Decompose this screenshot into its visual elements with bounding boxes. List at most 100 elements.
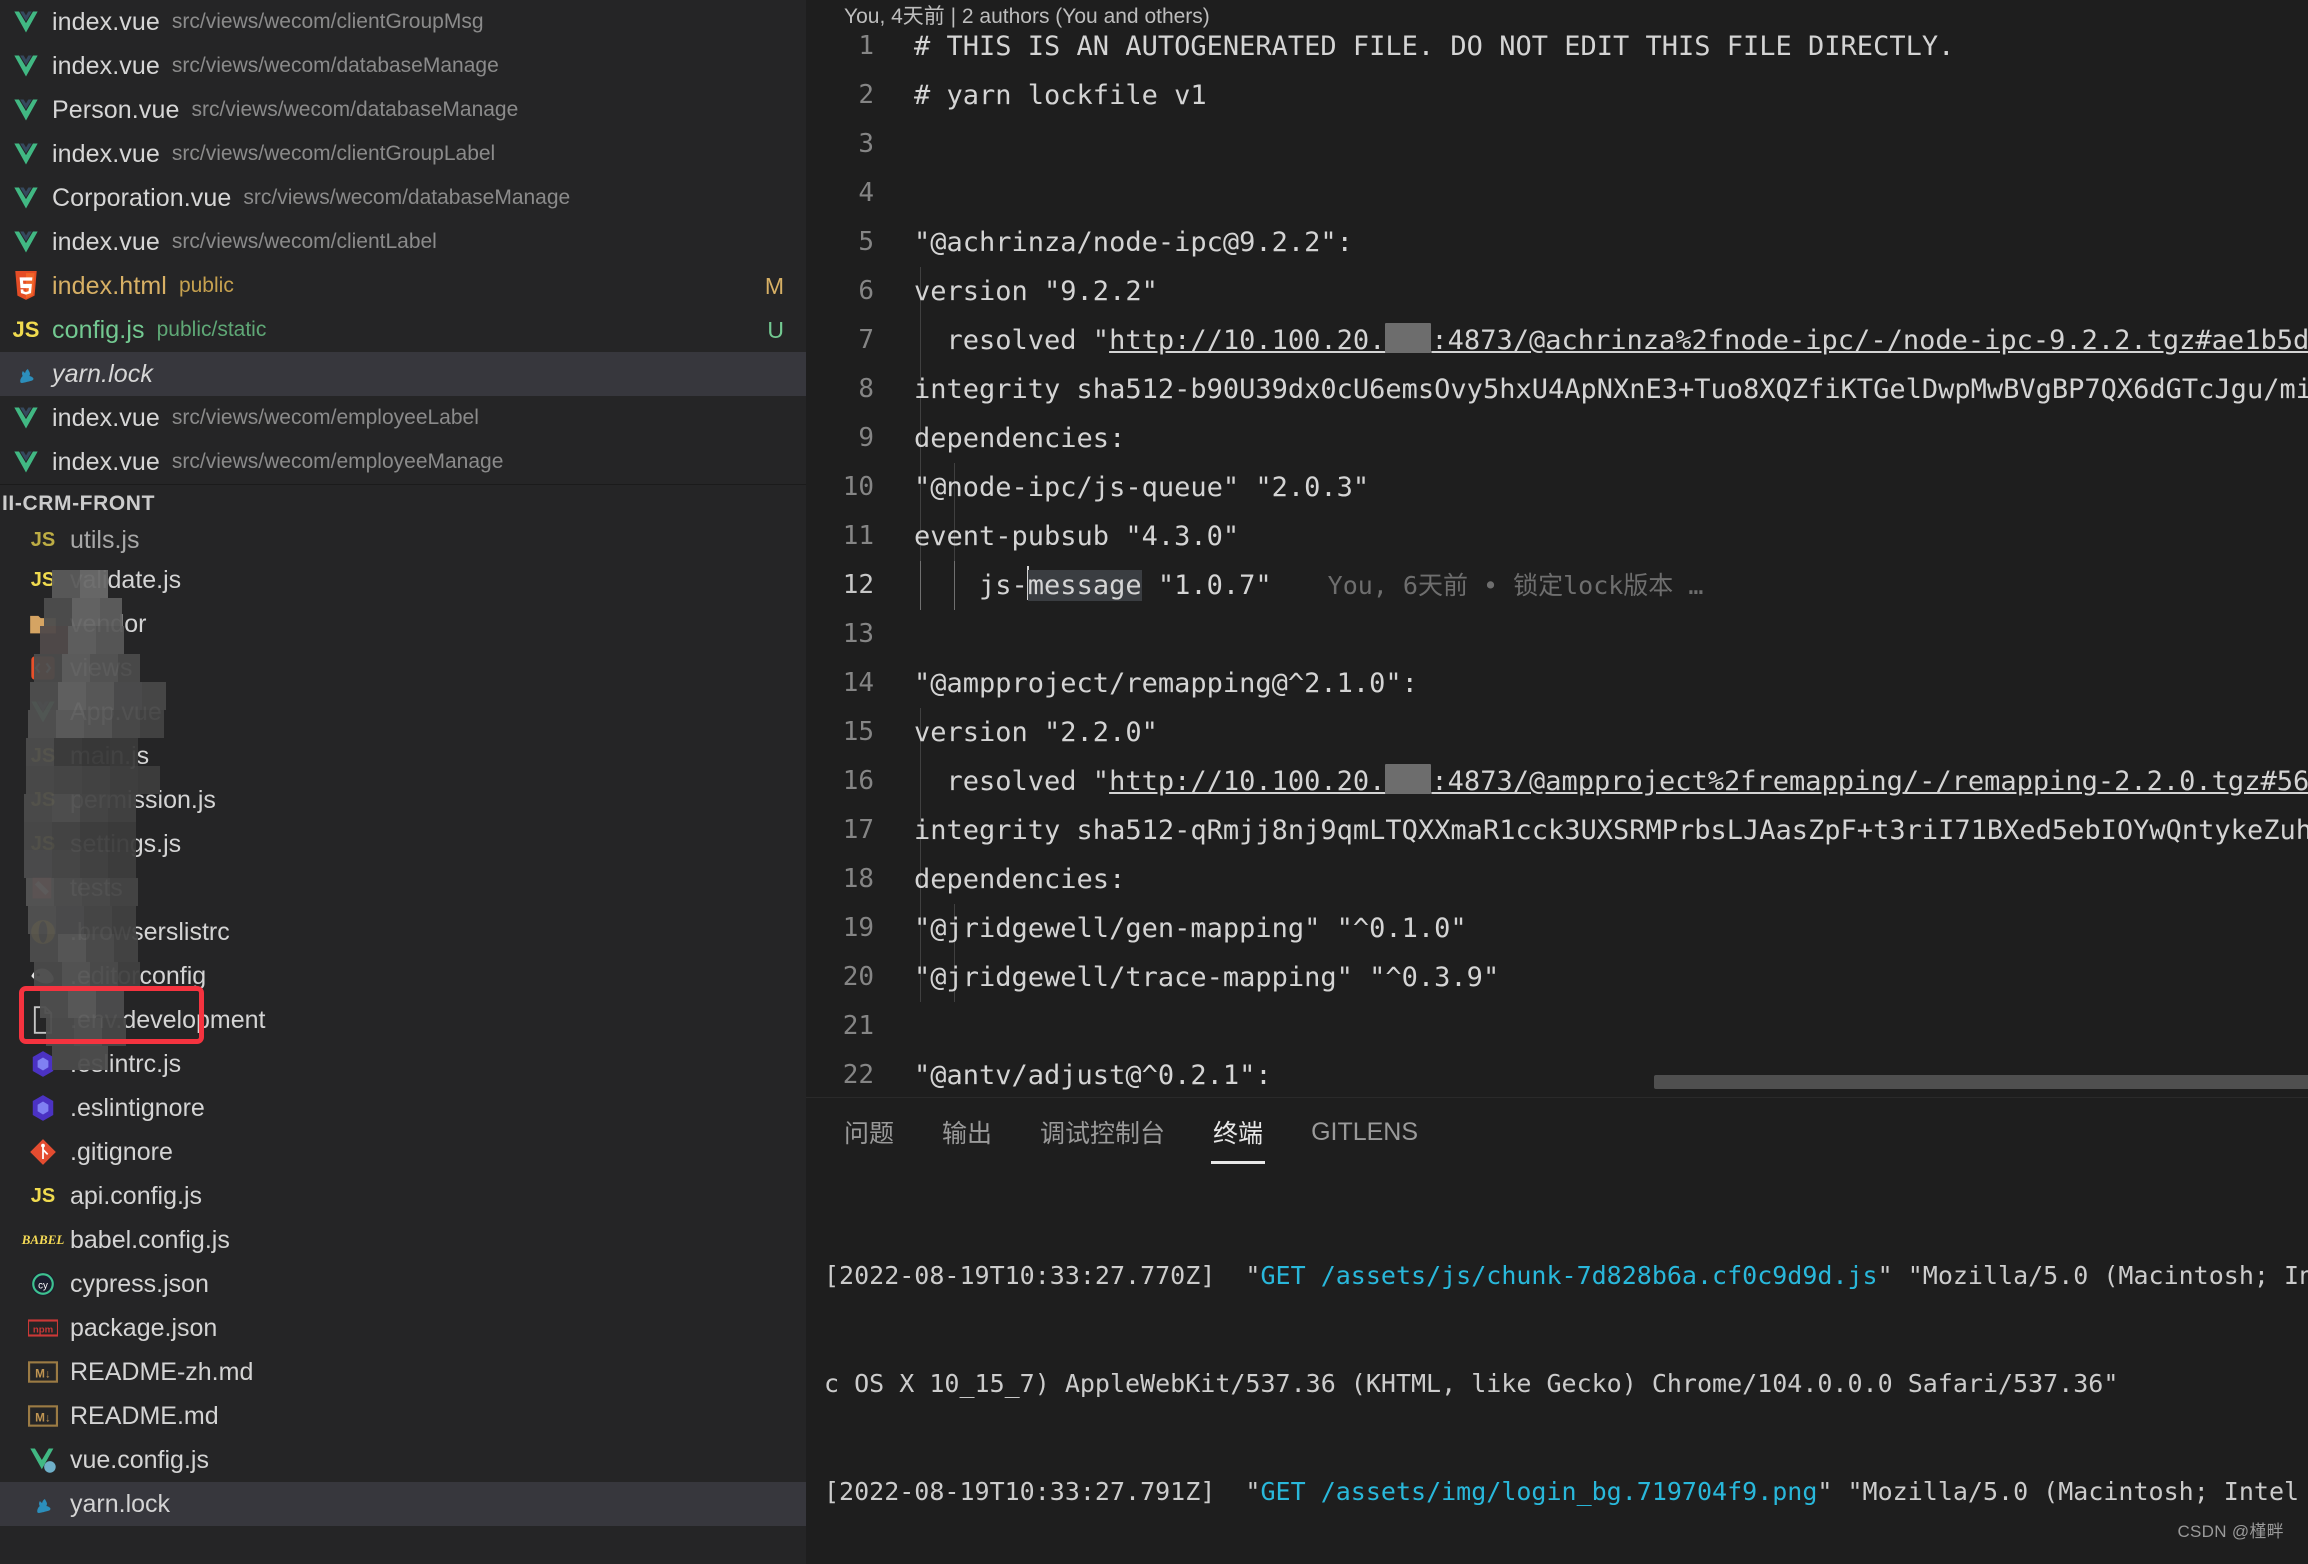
tree-item[interactable]: JS api.config.js (0, 1174, 806, 1218)
bottom-panel: 问题 输出 调试控制台 终端 GITLENS [2022-08-19T10:33… (806, 1098, 2308, 1564)
tab-debug-console[interactable]: 调试控制台 (1038, 1106, 1167, 1164)
tree-item[interactable]: .eslintignore (0, 1086, 806, 1130)
panel-tab-bar[interactable]: 问题 输出 调试控制台 终端 GITLENS (806, 1098, 2308, 1172)
terminal-line: [2022-08-19T10:33:27.791Z] "GET /assets/… (824, 1477, 2300, 1506)
tree-item[interactable]: cy cypress.json (0, 1262, 806, 1306)
eslint-icon (28, 1049, 58, 1079)
code-line[interactable]: 2 # yarn lockfile v1 (806, 71, 2308, 120)
file-name: index.vue (52, 51, 160, 80)
tree-item[interactable]: .eslintrc.js (0, 1042, 806, 1086)
tab-problems[interactable]: 问题 (842, 1106, 896, 1164)
tree-item[interactable]: JS settings.js (0, 822, 806, 866)
cypress-icon: cy (28, 1269, 58, 1299)
tree-item-label: validate.js (70, 565, 182, 594)
open-editor-row[interactable]: index.vue src/views/wecom/clientLabel (0, 220, 806, 264)
vue-icon (10, 94, 42, 126)
markdown-icon: M↓ (28, 1357, 58, 1387)
svg-text:M↓: M↓ (35, 1367, 51, 1380)
tree-item[interactable]: .gitignore (0, 1130, 806, 1174)
terminal-link[interactable]: GET /assets/img/login_bg.719704f9.png (1261, 1477, 1818, 1506)
code-line[interactable]: 1 # THIS IS AN AUTOGENERATED FILE. DO NO… (806, 22, 2308, 71)
file-path: src/views/wecom/clientGroupMsg (171, 10, 484, 33)
code-line[interactable]: 6 version "9.2.2" (806, 267, 2308, 316)
open-editor-row[interactable]: index.html public M (0, 264, 806, 308)
tree-item-label: views (70, 653, 133, 682)
tree-item[interactable]: .browserslistrc (0, 910, 806, 954)
tree-item-label: api.config.js (70, 1181, 203, 1210)
open-editor-row[interactable]: index.vue src/views/wecom/clientGroupLab… (0, 132, 806, 176)
code-line-resolved[interactable]: 16 resolved "http://10.100.20.:4873/@amp… (806, 757, 2308, 806)
open-editors-list[interactable]: index.vue src/views/wecom/clientGroupMsg… (0, 0, 806, 484)
tree-item[interactable]: M↓ README.md (0, 1394, 806, 1438)
file-tree[interactable]: JS utils.js JS validate.js vendor views (0, 522, 806, 1526)
tree-item[interactable]: JS main.js (0, 734, 806, 778)
file-name: index.vue (52, 403, 160, 432)
tree-item[interactable]: tests (0, 866, 806, 910)
code-line[interactable]: 14 "@ampproject/remapping@^2.1.0": (806, 659, 2308, 708)
tree-item[interactable]: JS validate.js (0, 558, 806, 602)
open-editor-row[interactable]: index.vue src/views/wecom/employeeManage (0, 440, 806, 484)
line-text: dependencies: (914, 423, 1126, 454)
open-editor-row[interactable]: index.vue src/views/wecom/clientGroupMsg (0, 0, 806, 44)
file-icon (28, 1005, 58, 1035)
code-line[interactable]: 21 (806, 1002, 2308, 1051)
line-text: "@jridgewell/trace-mapping" "^0.3.9" (914, 962, 1500, 993)
code-line[interactable]: 18 dependencies: (806, 855, 2308, 904)
code-line[interactable]: 17 integrity sha512-qRmjj8nj9qmLTQXXmaR1… (806, 806, 2308, 855)
terminal-link[interactable]: GET /assets/js/chunk-7d828b6a.cf0c9d9d.j… (1261, 1261, 1878, 1290)
editor-horizontal-scrollbar[interactable] (806, 1075, 2308, 1089)
redaction-block (1385, 323, 1432, 353)
tab-output[interactable]: 输出 (940, 1106, 994, 1164)
line-number: 17 (842, 815, 874, 845)
line-number: 10 (842, 472, 874, 502)
sidebar[interactable]: index.vue src/views/wecom/clientGroupMsg… (0, 0, 806, 1564)
tree-item[interactable]: JS permission.js (0, 778, 806, 822)
code-line[interactable]: 20 "@jridgewell/trace-mapping" "^0.3.9" (806, 953, 2308, 1002)
open-editor-row[interactable]: Person.vue src/views/wecom/databaseManag… (0, 88, 806, 132)
tree-item[interactable]: App.vue (0, 690, 806, 734)
vscode-icon (28, 653, 58, 683)
file-path: src/views/wecom/employeeManage (171, 450, 504, 473)
terminal-output[interactable]: [2022-08-19T10:33:27.770Z] "GET /assets/… (806, 1172, 2308, 1564)
code-editor[interactable]: You, 4天前 | 2 authors (You and others) 1 … (806, 0, 2308, 1097)
tree-item[interactable]: npm package.json (0, 1306, 806, 1350)
npm-icon: npm (28, 1313, 58, 1343)
open-editor-row[interactable]: index.vue src/views/wecom/employeeLabel (0, 396, 806, 440)
tab-gitlens[interactable]: GITLENS (1309, 1110, 1420, 1161)
tree-item[interactable]: M↓ README-zh.md (0, 1350, 806, 1394)
explorer-section-header[interactable]: II-CRM-FRONT (0, 484, 806, 522)
tree-item[interactable]: vue.config.js (0, 1438, 806, 1482)
code-line[interactable]: 22 "@antv/adjust@^0.2.1": (806, 1051, 2308, 1097)
tree-item[interactable]: .env.development (0, 998, 806, 1042)
tree-item[interactable]: BABEL babel.config.js (0, 1218, 806, 1262)
code-line[interactable]: 8 integrity sha512-b90U39dx0cU6emsOvy5hx… (806, 365, 2308, 414)
code-line[interactable]: 13 (806, 610, 2308, 659)
code-line[interactable]: 4 (806, 169, 2308, 218)
code-line-resolved[interactable]: 7 resolved "http://10.100.20.:4873/@achr… (806, 316, 2308, 365)
code-line[interactable]: 15 version "2.2.0" (806, 708, 2308, 757)
code-line[interactable]: 5 "@achrinza/node-ipc@9.2.2": (806, 218, 2308, 267)
code-line[interactable]: 10 "@node-ipc/js-queue" "2.0.3" (806, 463, 2308, 512)
scrollbar-thumb[interactable] (1654, 1075, 2308, 1089)
tree-item[interactable]: vendor (0, 602, 806, 646)
line-number: 20 (842, 962, 874, 992)
tree-item-yarn-lock[interactable]: yarn.lock (0, 1482, 806, 1526)
folder-icon (28, 609, 58, 639)
code-line[interactable]: 19 "@jridgewell/gen-mapping" "^0.1.0" (806, 904, 2308, 953)
open-editor-row-yarn-lock[interactable]: yarn.lock (0, 352, 806, 396)
code-line-cursor[interactable]: 12 js-message "1.0.7" You, 6天前 • 锁定lock版本… (806, 561, 2308, 610)
code-line[interactable]: 3 (806, 120, 2308, 169)
tree-item[interactable]: JS utils.js (0, 522, 806, 558)
csdn-watermark: CSDN @槿畔 (2177, 1522, 2284, 1541)
open-editor-row[interactable]: JS config.js public/static U (0, 308, 806, 352)
tree-item-label: settings.js (70, 829, 182, 858)
code-line[interactable]: 9 dependencies: (806, 414, 2308, 463)
open-editor-row[interactable]: index.vue src/views/wecom/databaseManage (0, 44, 806, 88)
line-number: 3 (858, 129, 874, 159)
line-number: 4 (858, 178, 874, 208)
tree-item[interactable]: views (0, 646, 806, 690)
tree-item[interactable]: .editorconfig (0, 954, 806, 998)
open-editor-row[interactable]: Corporation.vue src/views/wecom/database… (0, 176, 806, 220)
tab-terminal[interactable]: 终端 (1211, 1106, 1266, 1164)
code-line[interactable]: 11 event-pubsub "4.3.0" (806, 512, 2308, 561)
